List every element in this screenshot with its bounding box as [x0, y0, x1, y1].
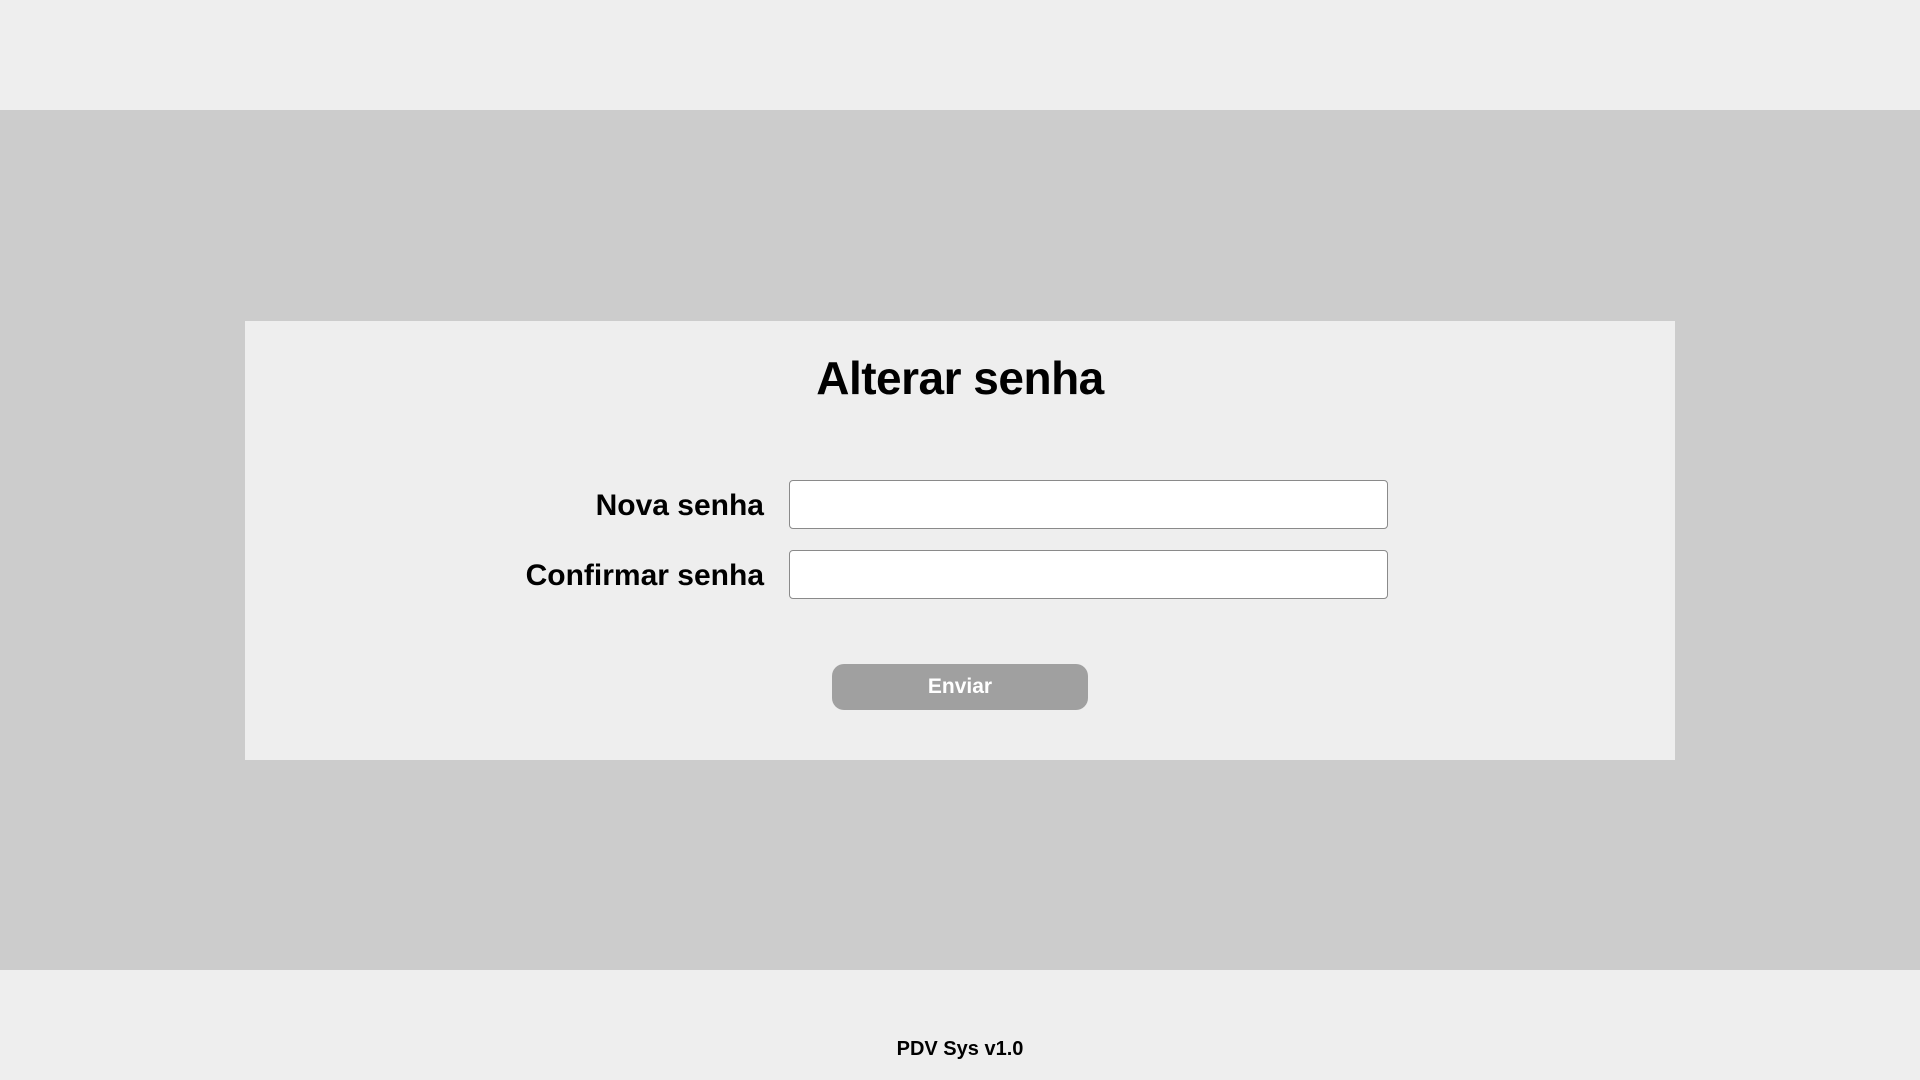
submit-button[interactable]: Enviar: [832, 664, 1088, 710]
confirm-password-label: Confirmar senha: [525, 559, 764, 592]
page-title: Alterar senha: [816, 352, 1104, 404]
footer: [0, 970, 1920, 1080]
new-password-input[interactable]: [789, 480, 1388, 529]
confirm-password-input[interactable]: [789, 550, 1388, 599]
new-password-label: Nova senha: [595, 489, 764, 522]
footer-version-text: PDV Sys v1.0: [896, 1038, 1024, 1060]
header-band: [0, 0, 1920, 110]
